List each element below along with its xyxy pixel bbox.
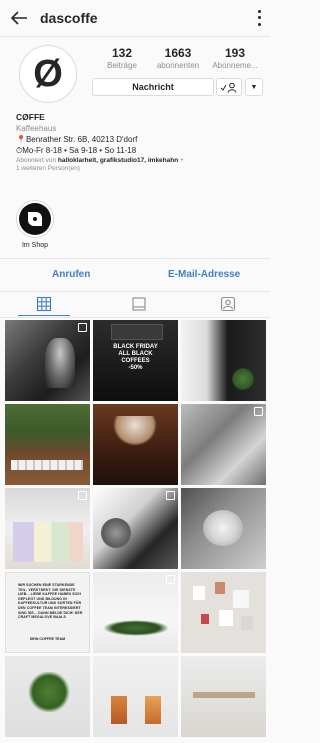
email-button[interactable]: E-Mail-Adresse (168, 269, 240, 280)
followers-label: abonnenten (156, 61, 200, 70)
highlight-cover (19, 203, 51, 235)
highlight-im-shop[interactable]: Im Shop (13, 200, 57, 249)
post-tile[interactable] (181, 404, 266, 485)
post-photo-cups (101, 518, 131, 548)
bio-hours: Mo-Fr 8-18 • Sa 9-18 • So 11-18 (22, 146, 137, 155)
highlight-ring (16, 200, 54, 238)
followed-by[interactable]: Abonniert von halloklarheit, grafikstudi… (16, 157, 261, 173)
post-tile[interactable] (93, 656, 178, 737)
shop-logo-icon (28, 212, 42, 226)
post-tile[interactable] (93, 404, 178, 485)
post-tile[interactable]: WIR SUCHEN EINE STARKENDE TEIL- VERSTÄRK… (5, 572, 90, 653)
followed-more: 1 weiteren Person(en) (16, 165, 80, 172)
post-photo-table (193, 692, 255, 698)
post-tile[interactable] (93, 488, 178, 569)
tagged-icon[interactable] (220, 296, 236, 312)
bio-address-line: 📍Benrather Str. 6B, 40213 D'dorf (16, 134, 261, 145)
active-tab-indicator (18, 315, 70, 316)
post-tile[interactable] (5, 320, 90, 401)
followed-names: halloklarheit, grafikstudio17, imkehahn (57, 157, 179, 164)
chevron-down-icon: ▼ (250, 83, 258, 91)
post-tile[interactable] (5, 656, 90, 737)
bf-line-1: BLACK FRIDAY (113, 344, 158, 350)
post-photo-greenery (103, 620, 169, 636)
message-button[interactable]: Nachricht (92, 78, 214, 96)
post-photo-drinks (111, 696, 161, 724)
post-tile[interactable]: BLACK FRIDAY ALL BLACK COFFEES -50% (93, 320, 178, 401)
grid-view-icon[interactable] (36, 296, 52, 312)
post-notice-text: WIR SUCHEN EINE STARKENDE TEIL- VERSTÄRK… (18, 583, 83, 620)
bf-line-4: -50% (128, 365, 143, 371)
suggestions-dropdown-button[interactable]: ▼ (245, 78, 263, 96)
post-tile[interactable] (5, 488, 90, 569)
post-photo-packages (13, 522, 83, 562)
following-button[interactable] (216, 78, 242, 96)
multiple-posts-icon (78, 323, 87, 332)
posts-count: 132 (111, 46, 133, 60)
multiple-posts-icon (166, 491, 175, 500)
bio-hours-line: ⏱Mo-Fr 8-18 • Sa 9-18 • So 11-18 (16, 145, 261, 156)
post-photo-plant (231, 368, 255, 390)
multiple-posts-icon (254, 407, 263, 416)
contact-bar: Anrufen E-Mail-Adresse (0, 258, 270, 292)
post-photo-potted-plant (27, 672, 71, 712)
bio-address: Benrather Str. 6B, 40213 D'dorf (25, 135, 138, 144)
bio-name: CØFFE (16, 112, 45, 122)
following-count: 193 (224, 46, 246, 60)
pin-icon: 📍 (16, 135, 26, 144)
bf-line-3: COFFEES (121, 358, 150, 364)
profile-username: dascoffe (40, 10, 98, 26)
profile-avatar[interactable]: Ø (19, 45, 77, 103)
post-notice-sign: DEIN COFFEE TEAM (29, 637, 66, 641)
post-photo-gallery-wall (189, 580, 259, 640)
more-options-icon[interactable] (256, 8, 262, 28)
post-tile[interactable] (5, 404, 90, 485)
top-bar: dascoffe (0, 0, 270, 37)
post-tile[interactable] (181, 572, 266, 653)
multiple-posts-icon (78, 491, 87, 500)
posts-label: Beiträge (107, 61, 137, 70)
black-friday-text: BLACK FRIDAY ALL BLACK COFFEES -50% (93, 344, 178, 372)
stat-posts[interactable]: 132 Beiträge (103, 46, 141, 70)
post-photo-latte (203, 510, 243, 546)
profile-bio: CØFFE Kaffeehaus 📍Benrather Str. 6B, 402… (16, 112, 261, 173)
followers-count: 1663 (164, 46, 192, 60)
post-tile[interactable] (93, 572, 178, 653)
avatar-logo: Ø (33, 53, 63, 95)
post-photo-shelf (11, 460, 83, 470)
highlight-label: Im Shop (21, 242, 49, 249)
post-photo-storefront (111, 324, 163, 340)
back-arrow-icon[interactable] (8, 7, 30, 29)
post-photo-pourover (113, 416, 157, 446)
stat-followers[interactable]: 1663 abonnenten (150, 46, 206, 70)
followed-suffix: + (178, 157, 184, 164)
stat-following[interactable]: 193 Abonneme... (206, 46, 264, 70)
profile-tabs (0, 291, 270, 318)
post-photo-musician (45, 338, 75, 388)
igtv-icon[interactable] (131, 296, 147, 312)
post-tile[interactable] (181, 488, 266, 569)
person-check-icon (220, 82, 237, 93)
call-button[interactable]: Anrufen (52, 269, 90, 280)
post-tile[interactable] (181, 320, 266, 401)
post-tile[interactable] (181, 656, 266, 737)
following-label: Abonneme... (212, 61, 258, 70)
bio-category: Kaffeehaus (16, 124, 57, 133)
bf-line-2: ALL BLACK (118, 351, 153, 357)
followed-prefix: Abonniert von (16, 157, 58, 164)
multiple-posts-icon (166, 575, 175, 584)
